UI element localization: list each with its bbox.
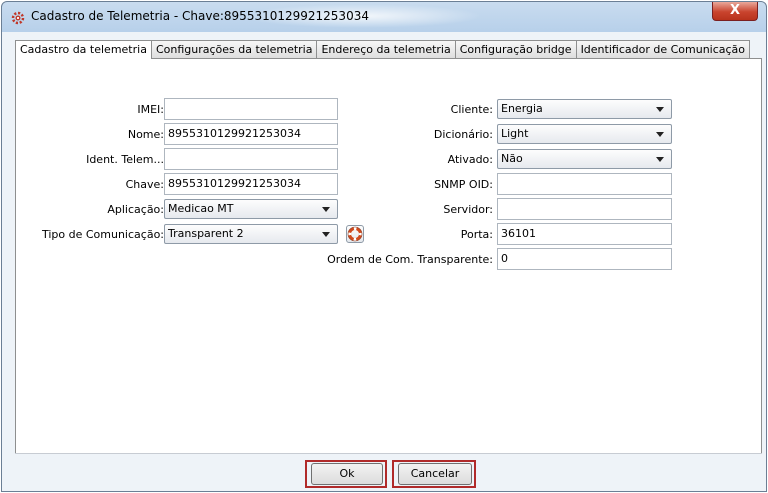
imei-field[interactable] — [164, 98, 338, 120]
ativado-value: Não — [501, 152, 523, 165]
chave-field[interactable]: 8955310129921253034 — [164, 173, 338, 195]
cliente-value: Energia — [501, 102, 543, 115]
ident-telem-label: Ident. Telem... — [86, 153, 164, 166]
ok-highlight — [305, 460, 387, 488]
tipo-comunicacao-value: Transparent 2 — [168, 227, 244, 240]
dicionario-select[interactable]: Light — [497, 124, 672, 144]
lifebuoy-button[interactable] — [346, 225, 364, 243]
snmp-oid-label: SNMP OID: — [434, 178, 493, 191]
ordem-transparente-label: Ordem de Com. Transparente: — [327, 253, 493, 266]
tab-endereco[interactable]: Endereço da telemetria — [316, 40, 456, 58]
nome-label: Nome: — [127, 128, 164, 141]
button-bar-divider — [15, 453, 762, 454]
title-bar[interactable]: Cadastro de Telemetria - Chave:895531012… — [2, 2, 766, 32]
servidor-label: Servidor: — [443, 203, 493, 216]
chave-label: Chave: — [125, 178, 164, 191]
tipo-comunicacao-label: Tipo de Comunicação: — [41, 228, 164, 241]
window-title: Cadastro de Telemetria - Chave:895531012… — [31, 9, 369, 23]
tab-strip: Cadastro da telemetria Configurações da … — [15, 40, 751, 59]
porta-field[interactable]: 36101 — [497, 223, 672, 245]
close-icon: X — [729, 3, 741, 18]
cancel-highlight — [392, 460, 476, 488]
dialog-body: Cadastro da telemetria Configurações da … — [9, 32, 762, 488]
nome-field[interactable]: 8955310129921253034 — [164, 123, 338, 145]
imei-label: IMEI: — [137, 103, 164, 116]
chevron-down-icon — [322, 232, 330, 237]
cliente-label: Cliente: — [450, 103, 493, 116]
tipo-comunicacao-select[interactable]: Transparent 2 — [164, 224, 338, 244]
gear-icon — [11, 11, 25, 25]
tab-configuracoes[interactable]: Configurações da telemetria — [150, 40, 318, 58]
cliente-select[interactable]: Energia — [497, 99, 672, 119]
aplicacao-label: Aplicação: — [107, 203, 164, 216]
dicionario-value: Light — [501, 127, 529, 140]
lifebuoy-icon — [347, 226, 363, 242]
ativado-label: Ativado: — [447, 153, 493, 166]
servidor-field[interactable] — [497, 198, 672, 220]
ordem-transparente-field[interactable]: 0 — [497, 248, 672, 270]
chevron-down-icon — [656, 157, 664, 162]
aplicacao-select[interactable]: Medicao MT — [164, 199, 338, 219]
close-button[interactable]: X — [712, 2, 758, 21]
aplicacao-value: Medicao MT — [168, 202, 234, 215]
dicionario-label: Dicionário: — [433, 128, 493, 141]
dialog-window: Cadastro de Telemetria - Chave:895531012… — [1, 1, 767, 492]
chevron-down-icon — [322, 207, 330, 212]
chevron-down-icon — [656, 107, 664, 112]
tab-identificador[interactable]: Identificador de Comunicação — [575, 40, 751, 58]
tab-bridge[interactable]: Configuração bridge — [454, 40, 577, 58]
ativado-select[interactable]: Não — [497, 149, 672, 169]
tab-panel: IMEI: Nome: 8955310129921253034 Ident. T… — [15, 58, 762, 454]
chevron-down-icon — [656, 132, 664, 137]
tab-cadastro[interactable]: Cadastro da telemetria — [15, 40, 152, 59]
ident-telem-field[interactable] — [164, 148, 338, 170]
snmp-oid-field[interactable] — [497, 173, 672, 195]
porta-label: Porta: — [460, 228, 493, 241]
